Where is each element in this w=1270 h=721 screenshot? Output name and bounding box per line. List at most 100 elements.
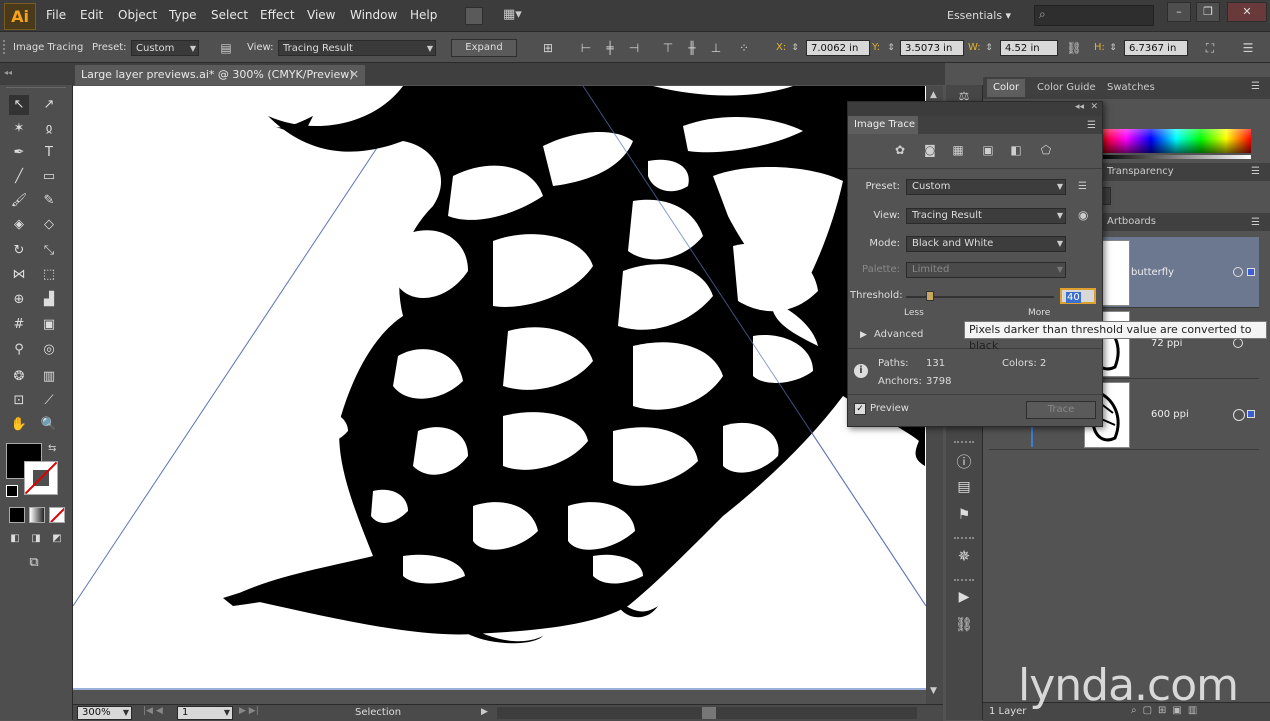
black-and-white-icon[interactable]: ◧ (1008, 142, 1024, 158)
layer-name[interactable]: 72 ppi (1151, 338, 1182, 349)
info-icon[interactable]: ⓘ (955, 451, 973, 472)
next-artboard-icon[interactable]: ▶ ▶| (239, 706, 259, 716)
menu-view[interactable]: View (307, 8, 335, 22)
h-field[interactable]: 6.7367 in (1124, 40, 1188, 56)
arrange-documents-icon[interactable]: ▦▾ (503, 7, 529, 23)
panel-menu-icon[interactable]: ☰ (1251, 81, 1260, 92)
hand-tool-icon[interactable]: ✋ (9, 415, 29, 435)
column-graph-tool-icon[interactable]: ▥ (39, 367, 59, 387)
lasso-tool-icon[interactable]: ჲ (39, 119, 59, 139)
gradient-tool-icon[interactable]: ▣ (39, 315, 59, 335)
align-hcenter-icon[interactable]: ╪ (602, 40, 618, 56)
grayscale-icon[interactable]: ▣ (980, 142, 996, 158)
stepper-icon[interactable]: ⇕ (790, 40, 800, 56)
document-tab[interactable]: Large layer previews.ai* @ 300% (CMYK/Pr… (75, 65, 365, 85)
zoom-tool-icon[interactable]: 🔍 (39, 415, 59, 435)
perspective-grid-tool-icon[interactable]: ▟ (39, 290, 59, 310)
threshold-field[interactable]: 40 (1060, 288, 1096, 304)
panel-menu-icon[interactable]: ☰ (1240, 40, 1256, 56)
collapse-arrows-icon[interactable]: ◂◂ (4, 68, 12, 77)
tab-color[interactable]: Color (987, 79, 1026, 97)
target-icon[interactable] (1233, 267, 1243, 277)
collapse-icon[interactable]: ◂◂ (1075, 102, 1084, 112)
menu-type[interactable]: Type (169, 8, 197, 22)
layer-name[interactable]: 600 ppi (1151, 409, 1189, 420)
y-field[interactable]: 3.5073 in (900, 40, 964, 56)
eraser-tool-icon[interactable]: ◇ (39, 215, 59, 235)
x-field[interactable]: 7.0062 in (806, 40, 870, 56)
stepper-icon[interactable]: ⇕ (1108, 40, 1118, 56)
threshold-slider[interactable] (906, 291, 1054, 301)
tab-color-guide[interactable]: Color Guide (1031, 79, 1102, 97)
close-button[interactable]: ✕ (1227, 2, 1267, 22)
image-trace-panel-icon[interactable]: ▤ (218, 40, 234, 56)
rectangle-tool-icon[interactable]: ▭ (39, 167, 59, 187)
pencil-tool-icon[interactable]: ✎ (39, 191, 59, 211)
none-mode-icon[interactable] (49, 507, 65, 523)
high-color-icon[interactable]: ◙ (922, 142, 938, 158)
threshold-slider-thumb[interactable] (925, 291, 934, 301)
mode-select[interactable]: Black and White ▼ (906, 236, 1066, 252)
constrain-proportions-icon[interactable]: ⛓ (1066, 40, 1082, 56)
eye-icon[interactable]: ◉ (1078, 208, 1088, 222)
status-menu-icon[interactable]: ▶ (481, 707, 488, 717)
close-icon[interactable]: ✕ (1090, 102, 1098, 112)
screen-mode-icon[interactable]: ⧉ (22, 553, 46, 573)
symbol-sprayer-tool-icon[interactable]: ❂ (9, 367, 29, 387)
menu-object[interactable]: Object (118, 8, 157, 22)
preset-select[interactable]: Custom ▼ (131, 40, 199, 56)
align-right-icon[interactable]: ⊣ (626, 40, 642, 56)
tab-swatches[interactable]: Swatches (1101, 79, 1161, 97)
type-tool-icon[interactable]: T (39, 143, 59, 163)
draw-inside-icon[interactable]: ◩ (48, 529, 66, 549)
tab-transparency[interactable]: Transparency (1101, 163, 1180, 181)
stepper-icon[interactable]: ⇕ (984, 40, 994, 56)
panel-grip[interactable] (954, 579, 974, 585)
blend-tool-icon[interactable]: ◎ (39, 340, 59, 360)
draw-behind-icon[interactable]: ◨ (27, 529, 45, 549)
free-transform-tool-icon[interactable]: ⬚ (39, 265, 59, 285)
scroll-up-icon[interactable]: ▲ (930, 90, 937, 100)
panel-grip[interactable] (954, 537, 974, 543)
search-input[interactable]: ⌕ (1034, 5, 1154, 26)
zoom-field[interactable]: 300% ▼ (77, 706, 132, 720)
document-info-icon[interactable]: ▤ (955, 479, 973, 495)
align-bottom-icon[interactable]: ⊥ (708, 40, 724, 56)
selection-tool-icon[interactable]: ↖ (9, 95, 29, 115)
scroll-thumb[interactable] (702, 707, 716, 719)
color-mode-icon[interactable] (9, 507, 25, 523)
palette-select[interactable]: Limited ▼ (906, 262, 1066, 278)
view-select[interactable]: Tracing Result ▼ (278, 40, 436, 56)
attributes-icon[interactable]: ⚑ (955, 507, 973, 523)
close-icon[interactable]: ✕ (350, 65, 359, 85)
scale-tool-icon[interactable]: ⤡ (39, 241, 59, 261)
align-left-icon[interactable]: ⊢ (578, 40, 594, 56)
expand-button[interactable]: Expand (451, 39, 517, 57)
links-icon[interactable]: ⛓ (955, 617, 973, 633)
draw-normal-icon[interactable]: ◧ (6, 529, 24, 549)
menu-window[interactable]: Window (350, 8, 397, 22)
align-top-icon[interactable]: ⊤ (660, 40, 676, 56)
artboard-tool-icon[interactable]: ⊡ (9, 391, 29, 411)
layer-name[interactable]: butterfly (1131, 267, 1174, 278)
line-tool-icon[interactable]: ╱ (9, 167, 29, 187)
advanced-label[interactable]: Advanced (874, 329, 923, 340)
selection-indicator-icon[interactable] (1247, 410, 1255, 418)
target-icon[interactable] (1233, 409, 1245, 421)
target-icon[interactable] (1233, 338, 1243, 348)
selection-indicator-icon[interactable] (1247, 268, 1255, 276)
transform-icon[interactable]: ⛶ (1202, 40, 1218, 56)
panel-grip[interactable] (954, 441, 974, 447)
menu-help[interactable]: Help (410, 8, 437, 22)
advanced-toggle-icon[interactable]: ▶ (860, 330, 867, 340)
artboard-field[interactable]: 1 ▼ (177, 706, 233, 720)
stroke-swatch[interactable] (24, 461, 58, 495)
menu-edit[interactable]: Edit (80, 8, 103, 22)
panel-menu-icon[interactable]: ☰ (1087, 120, 1096, 131)
low-color-icon[interactable]: ▦ (950, 142, 966, 158)
navigator-icon[interactable]: ✵ (955, 547, 973, 565)
bridge-icon[interactable] (465, 7, 483, 25)
transform-reference-icon[interactable]: ⁘ (736, 40, 752, 56)
panel-header[interactable]: ◂◂ ✕ (848, 102, 1102, 116)
menu-effect[interactable]: Effect (260, 8, 295, 22)
